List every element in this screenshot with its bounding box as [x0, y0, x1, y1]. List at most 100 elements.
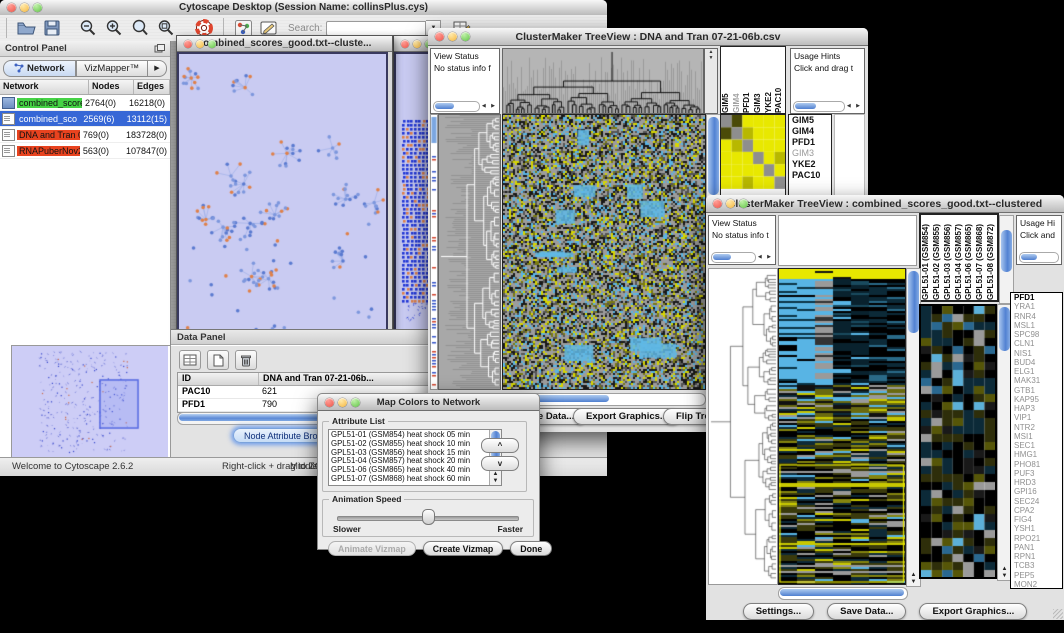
gene-label[interactable]: TCB3: [1011, 561, 1062, 570]
float-panel-icon[interactable]: [154, 44, 165, 54]
column-gene-label[interactable]: GIM4: [732, 47, 743, 113]
main-titlebar[interactable]: Cytoscape Desktop (Session Name: collins…: [0, 0, 607, 16]
save-session-button[interactable]: [40, 17, 64, 39]
column-gene-label[interactable]: GIM3: [753, 47, 764, 113]
gene-label[interactable]: NTR2: [1011, 423, 1062, 432]
gene-label[interactable]: SEC1: [1011, 441, 1062, 450]
view-status-scrollbar[interactable]: ◀ ▶: [711, 252, 773, 262]
minimize-button[interactable]: [196, 40, 204, 48]
search-input[interactable]: [326, 21, 426, 36]
treeview-button[interactable]: Settings...: [743, 603, 814, 620]
sample-column-label[interactable]: GPL51-03 (GSM856): [943, 215, 954, 300]
attribute-list[interactable]: ▲▼ GPL51-01 (GSM854) heat shock 05 minGP…: [328, 429, 502, 486]
gene-label[interactable]: CPA2: [1011, 506, 1062, 515]
tab-network[interactable]: Network: [3, 60, 76, 77]
gene-label[interactable]: HMG1: [1011, 450, 1062, 459]
column-gene-label[interactable]: PAC10: [774, 47, 785, 113]
labels-vertical-scrollbar[interactable]: [999, 215, 1014, 304]
view-status-scrollbar[interactable]: ◀ ▶: [433, 101, 497, 111]
attribute-item[interactable]: GPL51-02 (GSM855) heat shock 10 min: [329, 439, 501, 448]
gene-label[interactable]: PEP5: [1011, 571, 1062, 580]
gene-label[interactable]: MAK31: [1011, 376, 1062, 385]
zoom-button[interactable]: [208, 40, 216, 48]
network-row[interactable]: combined_scores 2764(0) 16218(0): [0, 95, 170, 111]
gene-label[interactable]: PAN1: [1011, 543, 1062, 552]
slider-thumb[interactable]: [422, 509, 435, 525]
network-row[interactable]: combined_sco 2569(6) 13112(15): [0, 111, 170, 127]
zoom-button[interactable]: [461, 32, 470, 41]
zoom-selected-button[interactable]: [128, 17, 152, 39]
gene-label[interactable]: NIS1: [1011, 349, 1062, 358]
minimize-button[interactable]: [413, 40, 421, 48]
zoom-fit-button[interactable]: [154, 17, 178, 39]
heatmap-canvas[interactable]: [503, 115, 705, 389]
close-button[interactable]: [7, 3, 16, 12]
row-dendrogram-canvas[interactable]: [709, 269, 777, 584]
heatmap-canvas[interactable]: [779, 269, 905, 584]
gene-label[interactable]: RPN1: [1011, 552, 1062, 561]
gene-label[interactable]: YKE2: [789, 159, 831, 170]
close-button[interactable]: [435, 32, 444, 41]
usage-hints-scrollbar[interactable]: ◀ ▶: [793, 101, 862, 111]
gene-label[interactable]: GPI16: [1011, 487, 1062, 496]
gene-label[interactable]: MSI1: [1011, 432, 1062, 441]
close-button[interactable]: [713, 199, 722, 208]
minimize-button[interactable]: [20, 3, 29, 12]
column-gene-label[interactable]: PFD1: [742, 47, 753, 113]
gene-label[interactable]: MON2: [1011, 580, 1062, 589]
gene-label[interactable]: HRD3: [1011, 478, 1062, 487]
gene-label[interactable]: BUD4: [1011, 358, 1062, 367]
sample-column-label[interactable]: GPL51-06 (GSM865): [964, 215, 975, 300]
gene-label[interactable]: CLN1: [1011, 339, 1062, 348]
gene-label[interactable]: HAP3: [1011, 404, 1062, 413]
gene-label[interactable]: PFD1: [789, 137, 831, 148]
treeview-button[interactable]: Export Graphics...: [919, 603, 1027, 620]
sample-column-label[interactable]: GPL51-08 (GSM872): [986, 215, 997, 300]
zoom-heatmap-canvas[interactable]: [721, 115, 785, 189]
move-down-button[interactable]: v: [481, 456, 519, 471]
sample-column-label[interactable]: GPL51-01 (GSM854): [921, 215, 932, 300]
gene-label[interactable]: MSL1: [1011, 321, 1062, 330]
usage-hints-scrollbar[interactable]: [1019, 252, 1059, 262]
animate-vizmap-button[interactable]: Animate Vizmap: [328, 541, 416, 556]
zoom-out-button[interactable]: [76, 17, 100, 39]
sample-column-label[interactable]: GPL51-04 (GSM857): [954, 215, 965, 300]
minimize-button[interactable]: [726, 199, 735, 208]
select-attributes-button[interactable]: [179, 350, 201, 370]
minimize-button[interactable]: [338, 398, 347, 407]
attribute-item[interactable]: GPL51-04 (GSM857) heat shock 20 min: [329, 456, 501, 465]
gene-label[interactable]: RPO21: [1011, 534, 1062, 543]
network-canvas[interactable]: [177, 52, 388, 372]
new-attribute-button[interactable]: [207, 350, 229, 370]
zoom-heatmap-canvas[interactable]: [921, 306, 995, 577]
delete-attribute-button[interactable]: [235, 350, 257, 370]
move-up-button[interactable]: ^: [481, 438, 519, 453]
open-session-button[interactable]: [14, 17, 38, 39]
column-gene-label[interactable]: YKE2: [764, 47, 775, 113]
attribute-item[interactable]: GPL51-01 (GSM854) heat shock 05 min: [329, 430, 501, 439]
treeview-button[interactable]: Save Data...: [827, 603, 906, 620]
column-dendrogram-canvas[interactable]: [503, 49, 703, 113]
row-dendrogram-canvas[interactable]: [439, 115, 500, 389]
zoom-button[interactable]: [33, 3, 42, 12]
gene-label[interactable]: YRA1: [1011, 302, 1062, 311]
zoom-button[interactable]: [739, 199, 748, 208]
gene-label[interactable]: YSH1: [1011, 524, 1062, 533]
gene-label[interactable]: KAP95: [1011, 395, 1062, 404]
gene-label[interactable]: VIP1: [1011, 413, 1062, 422]
gene-label[interactable]: GIM4: [789, 126, 831, 137]
gene-label[interactable]: PAC10: [789, 170, 831, 181]
attribute-item[interactable]: GPL51-03 (GSM856) heat shock 15 min: [329, 448, 501, 457]
close-button[interactable]: [401, 40, 409, 48]
network-overview-panel[interactable]: [11, 345, 171, 461]
zoom-in-button[interactable]: [102, 17, 126, 39]
network-row[interactable]: DNA and Tran 07 769(0) 183728(0): [0, 127, 170, 143]
heatmap-h-scrollbar[interactable]: [778, 587, 908, 600]
gene-label[interactable]: GIM3: [789, 148, 831, 159]
gene-label[interactable]: RNR4: [1011, 312, 1062, 321]
create-vizmap-button[interactable]: Create Vizmap: [423, 541, 503, 556]
gene-label[interactable]: PFD1: [1011, 293, 1062, 302]
done-button[interactable]: Done: [510, 541, 552, 556]
close-button[interactable]: [184, 40, 192, 48]
gene-label[interactable]: PHO81: [1011, 460, 1062, 469]
